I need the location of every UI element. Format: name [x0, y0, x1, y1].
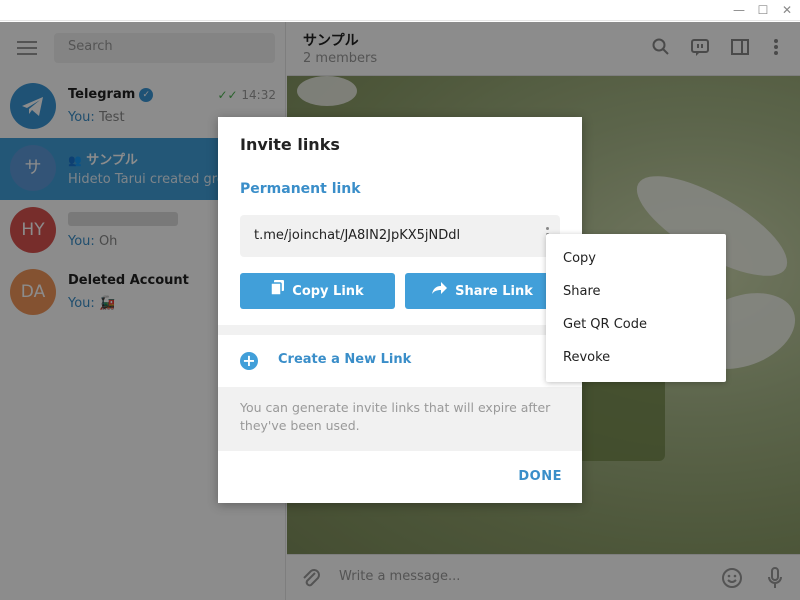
info-text: You can generate invite links that will … — [240, 400, 551, 433]
divider — [218, 325, 582, 335]
invite-link-text: t.me/joinchat/JA8IN2JpKX5jNDdl — [254, 228, 461, 243]
maximize-button[interactable]: ☐ — [756, 3, 770, 17]
dialog-title: Invite links — [240, 135, 340, 154]
close-window-button[interactable]: ✕ — [780, 3, 794, 17]
share-arrow-icon — [432, 273, 448, 309]
create-new-link-label: Create a New Link — [278, 352, 412, 367]
permanent-link-box[interactable]: t.me/joinchat/JA8IN2JpKX5jNDdl — [240, 215, 560, 257]
create-new-link-row[interactable]: + Create a New Link — [218, 335, 582, 387]
invite-links-dialog: Invite links Permanent link t.me/joincha… — [218, 117, 582, 503]
info-area: You can generate invite links that will … — [218, 387, 582, 451]
link-context-menu: Copy Share Get QR Code Revoke — [546, 234, 726, 382]
plus-icon: + — [240, 352, 258, 370]
menu-item-copy[interactable]: Copy — [546, 242, 726, 275]
copy-link-button[interactable]: Copy Link — [240, 273, 395, 309]
minimize-button[interactable]: — — [732, 3, 746, 17]
menu-item-revoke[interactable]: Revoke — [546, 341, 726, 374]
share-link-label: Share Link — [455, 284, 533, 299]
share-link-button[interactable]: Share Link — [405, 273, 560, 309]
menu-item-share[interactable]: Share — [546, 275, 726, 308]
permanent-link-label: Permanent link — [240, 181, 361, 197]
copy-icon — [270, 273, 285, 309]
done-button[interactable]: DONE — [518, 469, 562, 484]
copy-link-label: Copy Link — [292, 284, 364, 299]
window-titlebar: — ☐ ✕ — [0, 0, 800, 21]
menu-item-get-qr-code[interactable]: Get QR Code — [546, 308, 726, 341]
